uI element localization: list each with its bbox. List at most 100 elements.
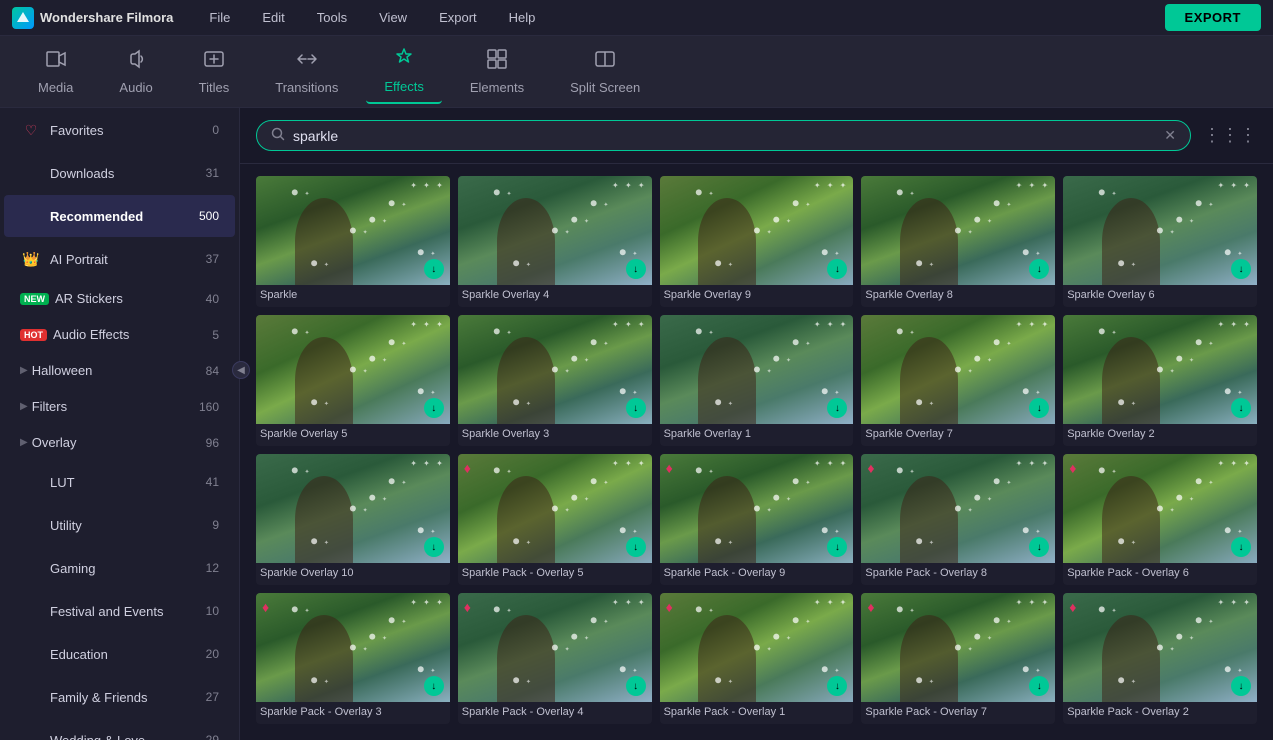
thumb-bg-14: ✦✦✦✦✦✦♦↓ bbox=[861, 454, 1055, 563]
toolbar-audio[interactable]: Audio bbox=[101, 40, 170, 103]
svg-text:✦: ✦ bbox=[968, 507, 973, 514]
sidebar-item-lut[interactable]: LUT 41 bbox=[4, 461, 235, 503]
svg-text:✦: ✦ bbox=[1131, 261, 1136, 268]
search-clear-button[interactable]: ✕ bbox=[1164, 127, 1176, 144]
svg-text:✦: ✦ bbox=[805, 480, 810, 487]
svg-text:✦: ✦ bbox=[834, 529, 839, 536]
favorites-icon: ♡ bbox=[20, 119, 42, 141]
download-badge-5[interactable]: ↓ bbox=[1231, 259, 1251, 279]
grid-item-14[interactable]: ✦✦✦✦✦✦♦↓Sparkle Pack - Overlay 8 bbox=[861, 454, 1055, 585]
svg-text:✦: ✦ bbox=[766, 229, 771, 236]
download-badge-11[interactable]: ↓ bbox=[424, 537, 444, 557]
grid-item-5[interactable]: ✦✦✦✦✦✦↓Sparkle Overlay 6 bbox=[1063, 176, 1257, 307]
download-badge-1[interactable]: ↓ bbox=[424, 259, 444, 279]
download-badge-10[interactable]: ↓ bbox=[1231, 398, 1251, 418]
toolbar-split-screen-label: Split Screen bbox=[570, 80, 640, 95]
sidebar-item-family-friends[interactable]: Family & Friends 27 bbox=[4, 676, 235, 718]
grid-item-12[interactable]: ✦✦✦✦✦✦♦↓Sparkle Pack - Overlay 5 bbox=[458, 454, 652, 585]
toolbar-transitions[interactable]: Transitions bbox=[257, 40, 356, 103]
toolbar-effects[interactable]: Effects bbox=[366, 39, 442, 104]
svg-text:✦: ✦ bbox=[1170, 368, 1175, 375]
svg-text:✦: ✦ bbox=[382, 635, 387, 642]
grid-thumb-18: ✦✦✦✦✦✦♦↓ bbox=[660, 593, 854, 702]
download-badge-7[interactable]: ↓ bbox=[626, 398, 646, 418]
toolbar-elements[interactable]: Elements bbox=[452, 40, 542, 103]
grid-item-19[interactable]: ✦✦✦✦✦✦♦↓Sparkle Pack - Overlay 7 bbox=[861, 593, 1055, 724]
download-badge-2[interactable]: ↓ bbox=[626, 259, 646, 279]
grid-item-2[interactable]: ✦✦✦✦✦✦↓Sparkle Overlay 4 bbox=[458, 176, 652, 307]
grid-item-13[interactable]: ✦✦✦✦✦✦♦↓Sparkle Pack - Overlay 9 bbox=[660, 454, 854, 585]
sidebar-item-downloads[interactable]: Downloads 31 bbox=[4, 152, 235, 194]
sidebar-item-ai-portrait[interactable]: 👑 AI Portrait 37 bbox=[4, 238, 235, 280]
sidebar-item-audio-effects[interactable]: HOT Audio Effects 5 bbox=[4, 317, 235, 352]
sidebar-item-festival-events[interactable]: Festival and Events 10 bbox=[4, 590, 235, 632]
grid-thumb-4: ✦✦✦✦✦✦↓ bbox=[861, 176, 1055, 285]
grid-item-6[interactable]: ✦✦✦✦✦✦↓Sparkle Overlay 5 bbox=[256, 315, 450, 446]
download-badge-16[interactable]: ↓ bbox=[424, 676, 444, 696]
grid-item-15[interactable]: ✦✦✦✦✦✦♦↓Sparkle Pack - Overlay 6 bbox=[1063, 454, 1257, 585]
svg-text:✦: ✦ bbox=[564, 368, 569, 375]
thumb-bg-13: ✦✦✦✦✦✦♦↓ bbox=[660, 454, 854, 563]
grid-label-20: Sparkle Pack - Overlay 2 bbox=[1063, 702, 1257, 724]
sidebar-collapse-button[interactable]: ◀ bbox=[232, 361, 250, 379]
sidebar-item-halloween[interactable]: ▶ Halloween 84 bbox=[4, 353, 235, 388]
sidebar-item-education[interactable]: Education 20 bbox=[4, 633, 235, 675]
download-badge-6[interactable]: ↓ bbox=[424, 398, 444, 418]
crown-icon: 👑 bbox=[20, 248, 42, 270]
sidebar-item-filters[interactable]: ▶ Filters 160 bbox=[4, 389, 235, 424]
svg-text:✦: ✦ bbox=[506, 608, 511, 615]
grid-item-10[interactable]: ✦✦✦✦✦✦↓Sparkle Overlay 2 bbox=[1063, 315, 1257, 446]
svg-text:✦: ✦ bbox=[766, 368, 771, 375]
sidebar-item-overlay[interactable]: ▶ Overlay 96 bbox=[4, 425, 235, 460]
menu-edit[interactable]: Edit bbox=[256, 6, 290, 29]
download-badge-20[interactable]: ↓ bbox=[1231, 676, 1251, 696]
thumb-bg-18: ✦✦✦✦✦✦♦↓ bbox=[660, 593, 854, 702]
svg-text:✦: ✦ bbox=[603, 619, 608, 626]
toolbar-titles[interactable]: Titles bbox=[181, 40, 248, 103]
download-badge-17[interactable]: ↓ bbox=[626, 676, 646, 696]
menu-view[interactable]: View bbox=[373, 6, 413, 29]
svg-text:✦: ✦ bbox=[1170, 646, 1175, 653]
menu-export[interactable]: Export bbox=[433, 6, 483, 29]
download-badge-12[interactable]: ↓ bbox=[626, 537, 646, 557]
svg-text:✦: ✦ bbox=[324, 679, 329, 686]
sidebar-item-favorites[interactable]: ♡ Favorites 0 bbox=[4, 109, 235, 151]
grid-item-18[interactable]: ✦✦✦✦✦✦♦↓Sparkle Pack - Overlay 1 bbox=[660, 593, 854, 724]
grid-item-17[interactable]: ✦✦✦✦✦✦♦↓Sparkle Pack - Overlay 4 bbox=[458, 593, 652, 724]
grid-label-17: Sparkle Pack - Overlay 4 bbox=[458, 702, 652, 724]
toolbar-split-screen[interactable]: Split Screen bbox=[552, 40, 658, 103]
search-input[interactable] bbox=[293, 128, 1156, 144]
grid-item-4[interactable]: ✦✦✦✦✦✦↓Sparkle Overlay 8 bbox=[861, 176, 1055, 307]
menu-help[interactable]: Help bbox=[503, 6, 542, 29]
grid-label-3: Sparkle Overlay 9 bbox=[660, 285, 854, 307]
svg-text:✦: ✦ bbox=[1007, 202, 1012, 209]
grid-item-9[interactable]: ✦✦✦✦✦✦↓Sparkle Overlay 7 bbox=[861, 315, 1055, 446]
sidebar-item-gaming[interactable]: Gaming 12 bbox=[4, 547, 235, 589]
thumb-bg-1: ✦✦✦✦✦✦↓ bbox=[256, 176, 450, 285]
svg-text:✦: ✦ bbox=[766, 646, 771, 653]
sidebar-utility-count: 9 bbox=[212, 518, 219, 532]
svg-text:✦: ✦ bbox=[584, 218, 589, 225]
grid-options-button[interactable]: ⋮⋮⋮ bbox=[1203, 125, 1257, 146]
grid-item-8[interactable]: ✦✦✦✦✦✦↓Sparkle Overlay 1 bbox=[660, 315, 854, 446]
export-button[interactable]: EXPORT bbox=[1165, 4, 1261, 31]
menu-file[interactable]: File bbox=[203, 6, 236, 29]
sidebar-item-recommended[interactable]: Recommended 500 bbox=[4, 195, 235, 237]
svg-text:✦: ✦ bbox=[430, 251, 435, 258]
grid-item-11[interactable]: ✦✦✦✦✦✦↓Sparkle Overlay 10 bbox=[256, 454, 450, 585]
grid-item-3[interactable]: ✦✦✦✦✦✦↓Sparkle Overlay 9 bbox=[660, 176, 854, 307]
toolbar-media[interactable]: Media bbox=[20, 40, 91, 103]
menu-tools[interactable]: Tools bbox=[311, 6, 353, 29]
grid-item-1[interactable]: ✦✦✦✦✦✦↓Sparkle bbox=[256, 176, 450, 307]
sidebar-item-ar-stickers[interactable]: NEW AR Stickers 40 bbox=[4, 281, 235, 316]
download-badge-15[interactable]: ↓ bbox=[1231, 537, 1251, 557]
sidebar-item-wedding-love[interactable]: Wedding & Love 29 bbox=[4, 719, 235, 740]
svg-text:✦: ✦ bbox=[910, 330, 915, 337]
grid-item-20[interactable]: ✦✦✦✦✦✦♦↓Sparkle Pack - Overlay 2 bbox=[1063, 593, 1257, 724]
grid-item-7[interactable]: ✦✦✦✦✦✦↓Sparkle Overlay 3 bbox=[458, 315, 652, 446]
grid-item-16[interactable]: ✦✦✦✦✦✦♦↓Sparkle Pack - Overlay 3 bbox=[256, 593, 450, 724]
halloween-chevron: ▶ bbox=[20, 365, 28, 376]
sidebar-item-utility[interactable]: Utility 9 bbox=[4, 504, 235, 546]
grid-thumb-8: ✦✦✦✦✦✦↓ bbox=[660, 315, 854, 424]
wedding-icon bbox=[20, 729, 42, 740]
